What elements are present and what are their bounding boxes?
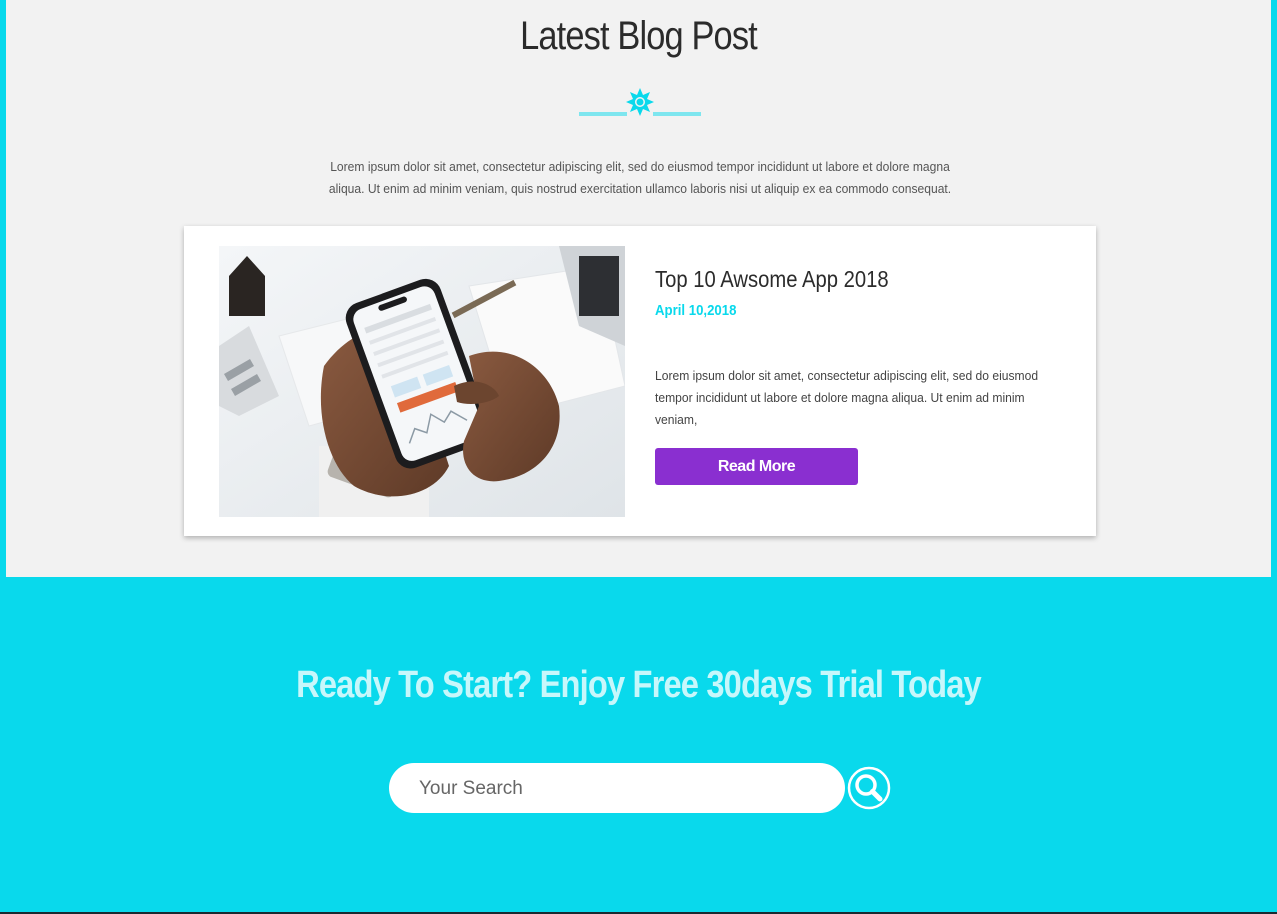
- search-icon: [847, 766, 891, 810]
- section-intro: Lorem ipsum dolor sit amet, consectetur …: [328, 159, 952, 196]
- section-title: Latest Blog Post: [520, 14, 758, 58]
- search-input[interactable]: [417, 763, 821, 815]
- blog-post-card: Top 10 Awsome App 2018 April 10,2018 Lor…: [184, 226, 1096, 536]
- search-box: [389, 763, 845, 815]
- read-more-button[interactable]: Read More: [655, 448, 858, 485]
- search-button[interactable]: [847, 766, 891, 810]
- cta-title: Ready To Start? Enjoy Free 30days Trial …: [296, 664, 982, 706]
- post-date: April 10,2018: [655, 302, 737, 319]
- blog-section: Latest Blog Post Lorem ipsum dolor sit a…: [6, 0, 1271, 577]
- blog-post-image[interactable]: [219, 246, 625, 517]
- post-title[interactable]: Top 10 Awsome App 2018: [655, 266, 889, 293]
- post-excerpt: Lorem ipsum dolor sit amet, consectetur …: [655, 368, 1039, 427]
- star-divider-icon: [579, 88, 701, 116]
